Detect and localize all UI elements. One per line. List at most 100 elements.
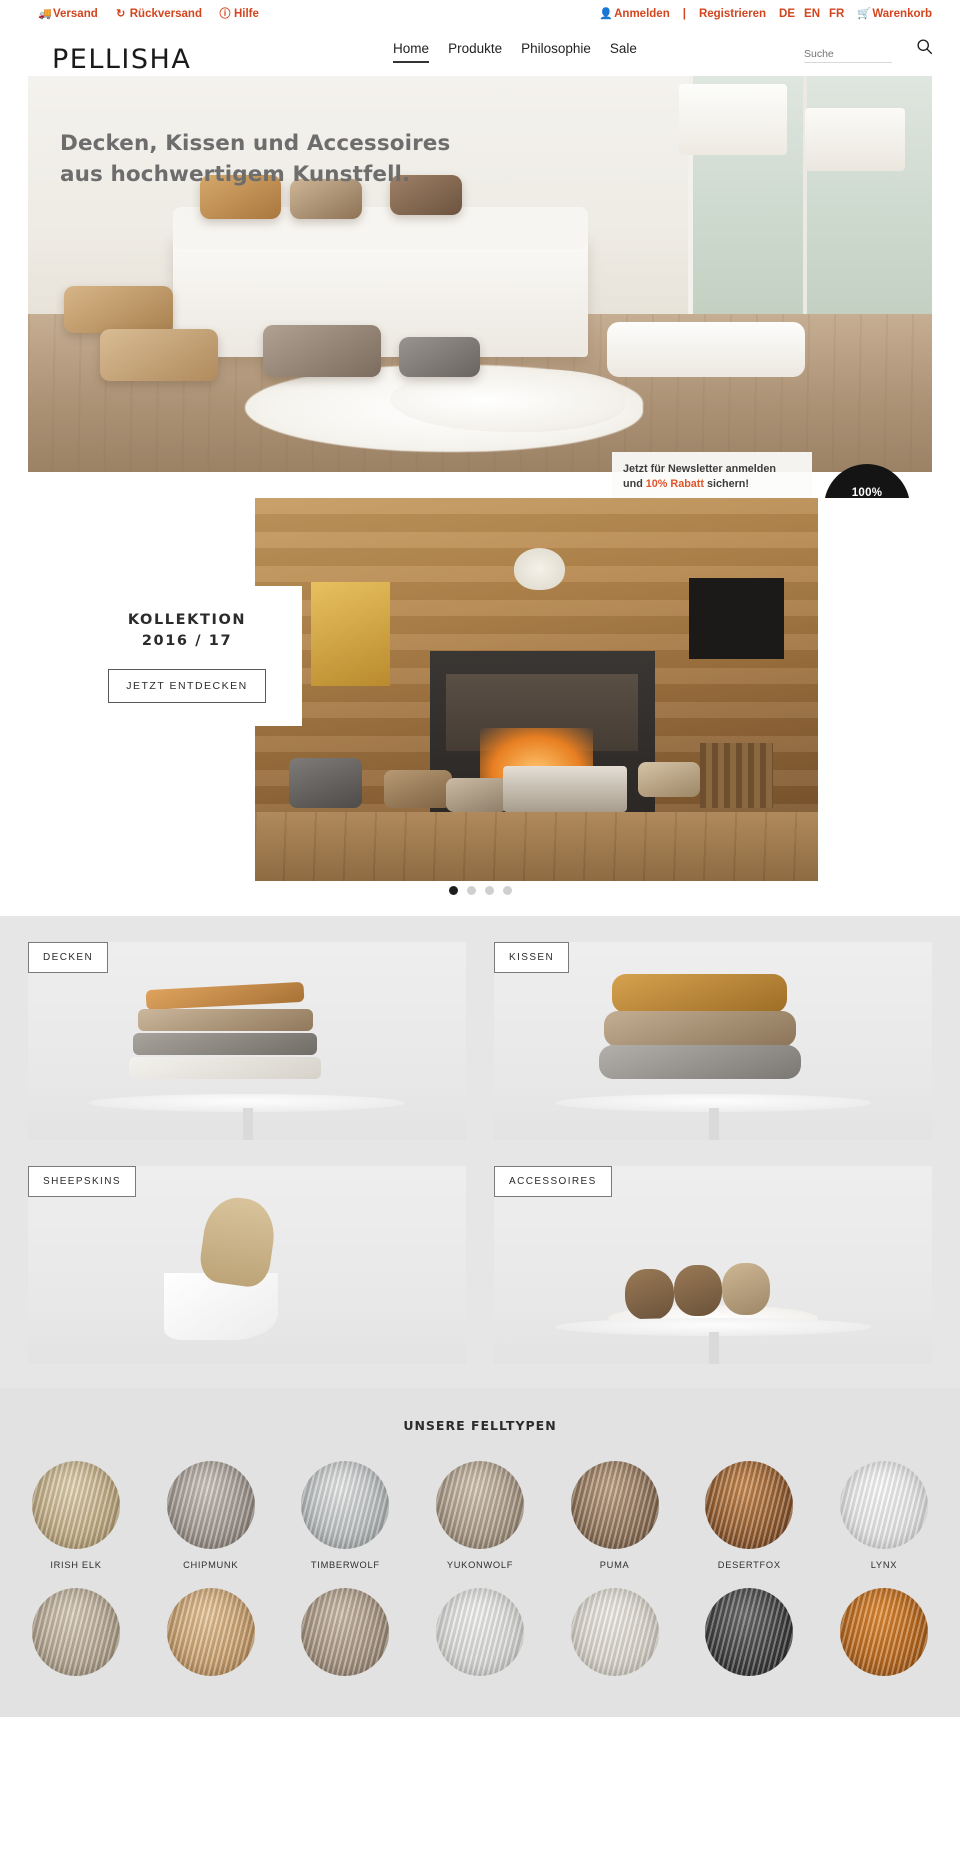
fur-name: CHIPMUNK: [183, 1560, 239, 1570]
slider-dot-4[interactable]: [502, 886, 512, 895]
category-tile-sheepskins[interactable]: SHEEPSKINS: [28, 1166, 466, 1364]
slider-dots: [0, 886, 960, 895]
fur-swatch-lynx[interactable]: [839, 1461, 928, 1549]
nav-item-produkte[interactable]: Produkte: [448, 41, 502, 63]
fur-swatch-yukonwolf[interactable]: [435, 1461, 524, 1549]
discount-highlight: 10% Rabatt: [645, 478, 704, 490]
help-label: Hilfe: [233, 8, 259, 20]
collection-card: KOLLEKTION 2016 / 17 JETZT ENTDECKEN: [72, 586, 302, 726]
fur-item[interactable]: [701, 1588, 797, 1687]
separator: |: [682, 8, 686, 20]
cart-label: Warenkorb: [872, 8, 932, 20]
fur-swatch-8[interactable]: [32, 1588, 120, 1676]
lang-de[interactable]: DE: [779, 8, 795, 20]
fur-swatch-irish-elk[interactable]: [32, 1461, 120, 1549]
category-tile-decken[interactable]: DECKEN: [28, 942, 466, 1140]
nav-item-home[interactable]: Home: [393, 41, 430, 63]
site-logo[interactable]: PELLISHA: [52, 44, 191, 75]
category-grid: DECKEN KISSEN SHEEPSKINS ACCESSOIRES: [0, 916, 960, 1388]
fur-item[interactable]: LYNX: [836, 1461, 932, 1570]
hero-headline-line1: Decken, Kissen und Accessoires: [60, 131, 451, 156]
fur-item[interactable]: TIMBERWOLF: [297, 1461, 393, 1570]
search-input[interactable]: [804, 48, 892, 62]
fur-item[interactable]: YUKONWOLF: [432, 1461, 528, 1570]
fur-types-section: UNSERE FELLTYPEN IRISH ELK CHIPMUNK TIMB…: [0, 1388, 960, 1717]
category-tile-accessoires[interactable]: ACCESSOIRES: [494, 1166, 932, 1364]
search-icon[interactable]: [914, 38, 934, 58]
shipping-link[interactable]: 🚚 Versand: [38, 8, 98, 20]
fur-name: IRISH ELK: [50, 1560, 102, 1570]
fur-swatch-chipmunk[interactable]: [166, 1461, 255, 1549]
collection-title-line2: 2016 / 17: [141, 632, 233, 649]
collection-title: KOLLEKTION 2016 / 17: [128, 610, 246, 652]
login-link[interactable]: 👤 Anmelden: [599, 8, 670, 20]
fur-swatch-11[interactable]: [435, 1588, 524, 1676]
newsletter-line2-post: sichern!: [704, 478, 750, 490]
fur-item[interactable]: IRISH ELK: [28, 1461, 124, 1570]
fur-item[interactable]: CHIPMUNK: [163, 1461, 259, 1570]
slider-dot-2[interactable]: [466, 886, 476, 895]
fur-types-title: UNSERE FELLTYPEN: [403, 1418, 557, 1433]
category-label-sheepskins[interactable]: SHEEPSKINS: [28, 1166, 136, 1197]
fur-item[interactable]: [567, 1588, 663, 1687]
newsletter-text: Jetzt für Newsletter anmelden und 10% Ra…: [623, 462, 801, 492]
category-row: DECKEN KISSEN: [28, 942, 932, 1140]
slider-dot-3[interactable]: [484, 886, 494, 895]
newsletter-line1: Jetzt für Newsletter anmelden: [623, 463, 776, 475]
fur-swatch-12[interactable]: [570, 1588, 659, 1676]
fur-swatch-timberwolf[interactable]: [301, 1461, 390, 1549]
category-label-decken[interactable]: DECKEN: [28, 942, 109, 973]
fur-swatch-9[interactable]: [166, 1588, 255, 1676]
help-icon: ⓘ: [219, 8, 231, 20]
main-nav: Home Produkte Philosophie Sale: [333, 41, 637, 63]
returns-label: Rückversand: [129, 8, 202, 20]
fur-item[interactable]: [163, 1588, 259, 1687]
collection-title-line1: KOLLEKTION: [127, 611, 247, 628]
fur-swatch-desertfox[interactable]: [705, 1461, 794, 1549]
utility-bar: 🚚 Versand ↻ Rückversand ⓘ Hilfe 👤 Anmeld…: [0, 0, 960, 28]
hero-headline: Decken, Kissen und Accessoires aus hochw…: [60, 128, 450, 190]
register-link[interactable]: Registrieren: [699, 8, 766, 20]
language-switcher: DE EN FR: [779, 8, 844, 20]
category-row: SHEEPSKINS ACCESSOIRES: [28, 1166, 932, 1364]
hero-headline-line2: aus hochwertigem Kunstfell.: [60, 162, 411, 187]
discover-button[interactable]: JETZT ENTDECKEN: [108, 668, 266, 703]
hero-banner: Decken, Kissen und Accessoires aus hochw…: [28, 76, 932, 472]
fur-item[interactable]: [836, 1588, 932, 1687]
cart-icon: 🛒: [857, 8, 872, 20]
collection-slider: KOLLEKTION 2016 / 17 JETZT ENTDECKEN: [0, 498, 960, 898]
cart-link[interactable]: 🛒 Warenkorb: [857, 8, 932, 20]
fur-item[interactable]: PUMA: [567, 1461, 663, 1570]
user-icon: 👤: [599, 8, 613, 20]
fur-swatch-puma[interactable]: [570, 1461, 659, 1549]
lang-fr[interactable]: FR: [829, 8, 844, 20]
fur-item[interactable]: [297, 1588, 393, 1687]
truck-icon: 🚚: [38, 8, 52, 20]
utility-links-right: 👤 Anmelden | Registrieren DE EN FR 🛒 War…: [599, 8, 932, 20]
fur-swatch-14[interactable]: [839, 1588, 928, 1676]
fur-item[interactable]: [432, 1588, 528, 1687]
return-icon: ↻: [116, 8, 126, 20]
search-field-wrap: [804, 44, 892, 63]
help-link[interactable]: ⓘ Hilfe: [219, 8, 259, 20]
category-label-accessoires[interactable]: ACCESSOIRES: [494, 1166, 612, 1197]
slider-dot-1[interactable]: [448, 886, 458, 895]
fur-item[interactable]: DESERTFOX: [701, 1461, 797, 1570]
fur-name: DESERTFOX: [717, 1560, 781, 1570]
fur-name: LYNX: [870, 1560, 898, 1570]
fur-swatch-10[interactable]: [301, 1588, 390, 1676]
returns-link[interactable]: ↻ Rückversand: [115, 8, 202, 20]
newsletter-line2: und 10% Rabatt sichern!: [623, 477, 801, 492]
collection-image: [255, 498, 818, 881]
lang-en[interactable]: EN: [804, 8, 820, 20]
nav-item-philosophie[interactable]: Philosophie: [521, 41, 591, 63]
fur-name: YUKONWOLF: [446, 1560, 514, 1570]
fur-row-1: IRISH ELK CHIPMUNK TIMBERWOLF YUKONWOLF …: [28, 1461, 932, 1570]
category-label-kissen[interactable]: KISSEN: [494, 942, 570, 973]
fur-swatch-13[interactable]: [705, 1588, 794, 1676]
fur-row-2: [28, 1588, 932, 1687]
nav-item-sale[interactable]: Sale: [610, 41, 637, 63]
fur-item[interactable]: [28, 1588, 124, 1687]
category-tile-kissen[interactable]: KISSEN: [494, 942, 932, 1140]
fur-name: PUMA: [599, 1560, 630, 1570]
